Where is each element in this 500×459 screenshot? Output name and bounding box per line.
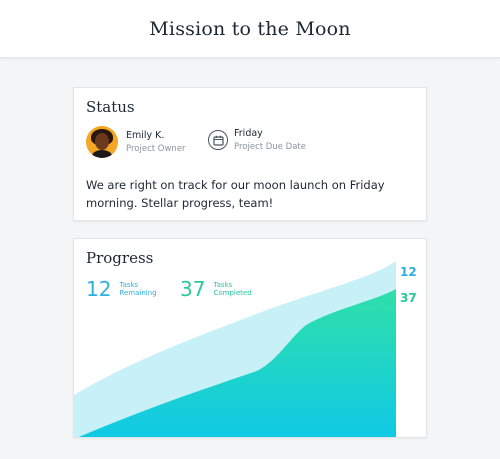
status-card: Status Emily K. Project Owner Friday Pro… [73, 87, 427, 221]
remaining-count: 12 [86, 277, 112, 301]
remaining-end-label: 12 [400, 265, 417, 279]
app-header: Mission to the Moon [0, 0, 500, 58]
due-label: Project Due Date [234, 142, 306, 152]
tasks-remaining: 12 Tasks Remaining [86, 279, 157, 299]
completed-label: Tasks Completed [213, 281, 252, 297]
avatar[interactable] [86, 126, 118, 158]
owner-role: Project Owner [126, 144, 186, 154]
completed-end-label: 37 [400, 291, 417, 305]
owner-name: Emily K. [126, 130, 165, 141]
due-day: Friday [234, 128, 263, 139]
calendar-icon [208, 130, 228, 150]
progress-card: Progress 12 Tasks Remaining 37 Tasks Com… [73, 238, 427, 438]
page-title: Mission to the Moon [149, 17, 351, 40]
status-message: We are right on track for our moon launc… [86, 178, 385, 210]
completed-count: 37 [180, 277, 206, 301]
remaining-label: Tasks Remaining [119, 281, 157, 297]
progress-title: Progress [86, 249, 154, 267]
progress-chart [74, 261, 396, 437]
project-due-date: Friday Project Due Date [208, 128, 306, 152]
tasks-completed: 37 Tasks Completed [180, 279, 252, 299]
status-title: Status [86, 98, 135, 116]
project-owner: Emily K. Project Owner [86, 126, 186, 158]
